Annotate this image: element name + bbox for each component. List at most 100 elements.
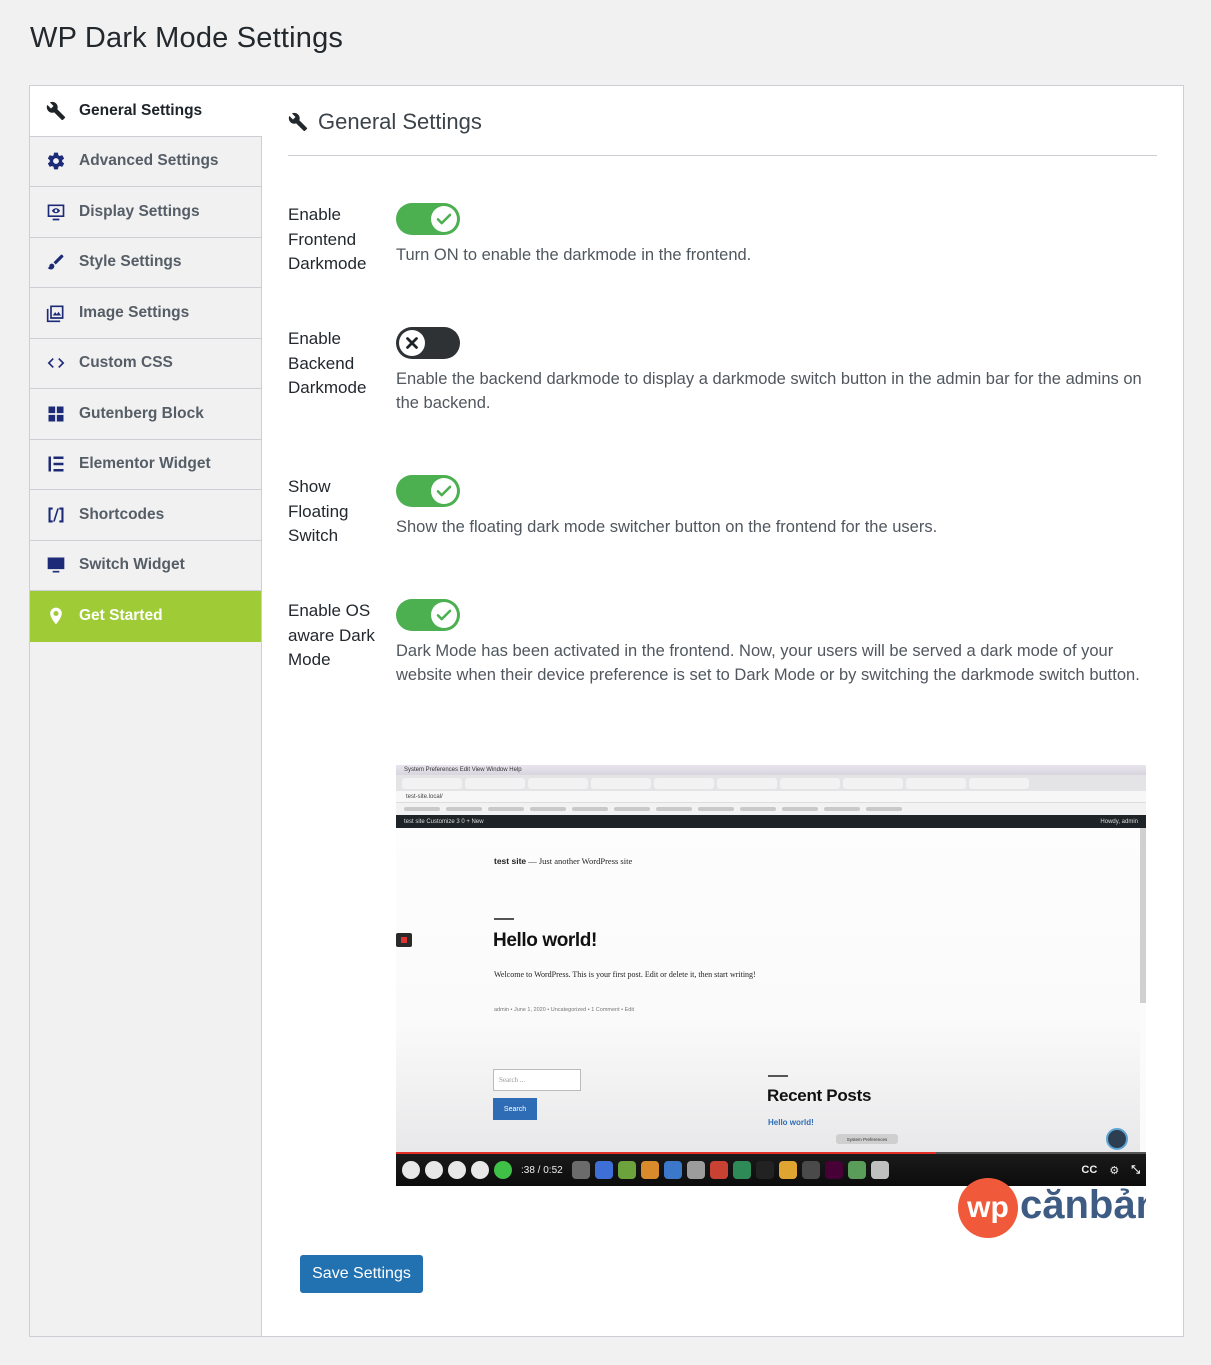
pause-icon[interactable] (471, 1161, 489, 1179)
frontend-darkmode-toggle[interactable] (396, 203, 460, 235)
video-control-button[interactable] (425, 1161, 443, 1179)
video-search-input: Search ... (493, 1069, 581, 1091)
video-control-button[interactable] (448, 1161, 466, 1179)
setting-description: Show the floating dark mode switcher but… (396, 518, 938, 536)
settings-content: General Settings Enable Frontend Darkmod… (262, 86, 1183, 1336)
tab-label: Display Settings (79, 202, 200, 220)
dock-app-icon (686, 1161, 705, 1179)
gear-icon (45, 150, 67, 172)
settings-panel: General Settings Advanced Settings Displ… (29, 85, 1184, 1337)
blocks-icon (45, 403, 67, 425)
setting-description: Turn ON to enable the darkmode in the fr… (396, 246, 752, 264)
backend-darkmode-toggle[interactable] (396, 327, 460, 359)
video-site-tagline: — Just another WordPress site (528, 856, 633, 866)
images-icon (45, 302, 67, 324)
section-title: General Settings (318, 109, 482, 134)
demo-video[interactable]: System Preferences Edit View Window Help… (396, 765, 1146, 1186)
dock-app-icon (870, 1161, 889, 1179)
video-admin-bar: test site Customize 3 0 + New Howdy, adm… (396, 815, 1146, 828)
tab-label: Switch Widget (79, 556, 185, 574)
tab-shortcodes[interactable]: Shortcodes (30, 490, 261, 541)
video-browser-tabs (396, 775, 1146, 791)
video-page-body: test site — Just another WordPress site … (396, 828, 1140, 1154)
video-time: :38 / 0:52 (521, 1164, 563, 1176)
tab-label: Custom CSS (79, 354, 173, 372)
tab-label: General Settings (79, 101, 203, 119)
dock-app-icon (594, 1161, 613, 1179)
check-icon (431, 478, 457, 504)
video-admin-bar-left: test site Customize 3 0 + New (404, 818, 484, 825)
tab-label: Get Started (79, 606, 163, 624)
setting-label: Enable Frontend Darkmode (288, 205, 367, 273)
wpcanban-logo: wp cănbản (958, 1178, 1146, 1238)
setting-label: Enable Backend Darkmode (288, 329, 367, 397)
tab-gutenberg-block[interactable]: Gutenberg Block (30, 389, 261, 440)
tab-custom-css[interactable]: Custom CSS (30, 338, 261, 389)
video-post-meta: admin • June 1, 2020 • Uncategorized • 1… (494, 1007, 635, 1013)
tab-general-settings[interactable]: General Settings (30, 86, 262, 137)
page-title: WP Dark Mode Settings (30, 22, 344, 54)
tab-switch-widget[interactable]: Switch Widget (30, 540, 261, 591)
check-icon (431, 602, 457, 628)
location-pin-icon (45, 605, 67, 627)
tab-advanced-settings[interactable]: Advanced Settings (30, 136, 261, 187)
dock-app-icon (640, 1161, 659, 1179)
video-dock-tooltip: System Preferences (836, 1134, 898, 1144)
section-header: General Settings (288, 106, 1157, 156)
video-control-button[interactable] (494, 1161, 512, 1179)
dock-app-icon (755, 1161, 774, 1179)
tab-get-started[interactable]: Get Started (30, 591, 261, 642)
video-floating-switch (396, 933, 412, 947)
wrench-icon (288, 112, 308, 132)
video-recent-post-link: Hello world! (768, 1118, 814, 1127)
video-admin-bar-right: Howdy, admin (1100, 818, 1138, 825)
video-post-title: Hello world! (493, 930, 597, 951)
setting-label: Enable OS aware Dark Mode (288, 601, 375, 669)
video-site-header: test site — Just another WordPress site (494, 856, 632, 866)
video-recent-posts-title: Recent Posts (767, 1086, 872, 1105)
dock-app-icon (824, 1161, 843, 1179)
tab-display-settings[interactable]: Display Settings (30, 187, 261, 238)
tab-elementor-widget[interactable]: Elementor Widget (30, 439, 261, 490)
video-post-excerpt: Welcome to WordPress. This is your first… (494, 970, 756, 979)
svg-text:cănbản: cănbản (1020, 1183, 1146, 1227)
tab-style-settings[interactable]: Style Settings (30, 237, 261, 288)
save-settings-button[interactable]: Save Settings (300, 1255, 423, 1293)
desktop-icon (45, 554, 67, 576)
dock-app-icon (663, 1161, 682, 1179)
tab-label: Image Settings (79, 303, 190, 321)
video-bookmarks-bar (396, 803, 1146, 815)
dock-app-icon (778, 1161, 797, 1179)
elementor-icon (45, 453, 67, 475)
setting-description: Dark Mode has been activated in the fron… (396, 642, 1140, 684)
video-url-bar: test-site.local/ (396, 791, 1146, 803)
dock-app-icon (801, 1161, 820, 1179)
tab-label: Gutenberg Block (79, 404, 204, 422)
wrench-icon (45, 100, 67, 122)
tab-image-settings[interactable]: Image Settings (30, 288, 261, 339)
video-divider (494, 918, 514, 920)
dock-app-icon (617, 1161, 636, 1179)
video-chat-bubble-icon (1106, 1128, 1128, 1150)
setting-description: Enable the backend darkmode to display a… (396, 370, 1142, 412)
svg-text:wp: wp (966, 1191, 1009, 1224)
tab-label: Elementor Widget (79, 455, 211, 473)
dock-app-icon (709, 1161, 728, 1179)
check-icon (431, 206, 457, 232)
tab-label: Style Settings (79, 253, 182, 271)
video-mac-menubar: System Preferences Edit View Window Help (396, 765, 1146, 775)
video-site-name: test site (494, 856, 527, 866)
video-divider (768, 1075, 788, 1077)
settings-sidebar: General Settings Advanced Settings Displ… (30, 86, 262, 1336)
video-search-button: Search (493, 1098, 537, 1120)
tab-label: Shortcodes (79, 505, 165, 523)
floating-switch-toggle[interactable] (396, 475, 460, 507)
os-aware-toggle[interactable] (396, 599, 460, 631)
tab-label: Advanced Settings (79, 152, 219, 170)
dock-app-icon (571, 1161, 590, 1179)
shortcode-icon (45, 504, 67, 526)
monitor-eye-icon (45, 201, 67, 223)
setting-label: Show Floating Switch (288, 477, 349, 545)
video-control-button[interactable] (402, 1161, 420, 1179)
video-scrollbar (1140, 828, 1146, 1003)
